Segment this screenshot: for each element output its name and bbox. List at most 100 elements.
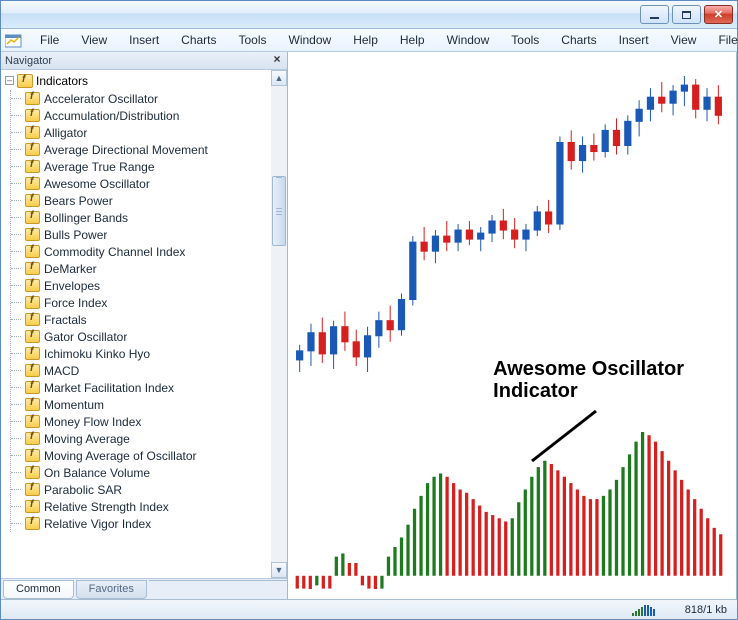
indicator-item[interactable]: Gator Oscillator	[16, 328, 271, 345]
indicator-item[interactable]: Relative Vigor Index	[16, 515, 271, 532]
scroll-thumb[interactable]	[272, 176, 286, 246]
scroll-up-button[interactable]: ▲	[271, 70, 287, 86]
indicator-label: Gator Oscillator	[44, 330, 127, 344]
chart-area[interactable]: Awesome Oscillator Indicator	[288, 52, 737, 599]
menu-insert[interactable]: Insert	[118, 30, 170, 50]
workspace: Navigator × – Indicators Accelerator Osc…	[1, 52, 737, 599]
indicator-item[interactable]: Average True Range	[16, 158, 271, 175]
indicator-item[interactable]: Market Facilitation Index	[16, 379, 271, 396]
indicator-icon	[25, 194, 40, 207]
annotation-arrow	[526, 409, 606, 469]
indicator-label: On Balance Volume	[44, 466, 150, 480]
navigator-panel: Navigator × – Indicators Accelerator Osc…	[1, 52, 288, 599]
annotation-label: Awesome Oscillator Indicator	[493, 358, 684, 402]
indicator-item[interactable]: Bears Power	[16, 192, 271, 209]
indicator-icon	[25, 398, 40, 411]
indicator-item[interactable]: On Balance Volume	[16, 464, 271, 481]
indicator-item[interactable]: Accumulation/Distribution	[16, 107, 271, 124]
indicator-label: Envelopes	[44, 279, 100, 293]
indicator-label: Momentum	[44, 398, 104, 412]
menu-help[interactable]: Help	[389, 30, 436, 50]
status-bar: 818/1 kb	[1, 599, 737, 619]
window-maximize-button[interactable]	[672, 5, 701, 24]
menu-insert[interactable]: Insert	[608, 30, 660, 50]
window-close-button[interactable]	[704, 5, 733, 24]
indicator-label: MACD	[44, 364, 79, 378]
annotation-line1: Awesome Oscillator	[493, 358, 684, 380]
indicator-icon	[25, 381, 40, 394]
menu-charts[interactable]: Charts	[550, 30, 607, 50]
indicator-item[interactable]: Moving Average of Oscillator	[16, 447, 271, 464]
scroll-track[interactable]	[271, 86, 287, 562]
indicator-label: Moving Average	[44, 432, 130, 446]
menu-file[interactable]: File	[29, 30, 70, 50]
collapse-icon[interactable]: –	[5, 76, 14, 85]
indicator-item[interactable]: Force Index	[16, 294, 271, 311]
menu-window[interactable]: Window	[436, 30, 501, 50]
indicator-item[interactable]: Alligator	[16, 124, 271, 141]
folder-icon	[17, 74, 33, 88]
window-minimize-button[interactable]	[640, 5, 669, 24]
indicator-label: Awesome Oscillator	[44, 177, 150, 191]
indicator-icon	[25, 330, 40, 343]
indicator-item[interactable]: Bulls Power	[16, 226, 271, 243]
indicator-item[interactable]: DeMarker	[16, 260, 271, 277]
menu-file[interactable]: File	[707, 30, 738, 50]
connection-icon[interactable]	[632, 604, 655, 616]
indicator-label: Bollinger Bands	[44, 211, 128, 225]
menu-tools[interactable]: Tools	[228, 30, 278, 50]
indicator-item[interactable]: Fractals	[16, 311, 271, 328]
navigator-scrollbar[interactable]: ▲ ▼	[271, 70, 287, 578]
indicator-icon	[25, 262, 40, 275]
candlestick-chart	[288, 52, 728, 382]
indicator-icon	[25, 228, 40, 241]
awesome-oscillator-histogram	[288, 424, 728, 589]
navigator-title: Navigator ×	[1, 52, 287, 70]
indicator-icon	[25, 364, 40, 377]
indicator-label: Money Flow Index	[44, 415, 141, 429]
menu-view[interactable]: View	[660, 30, 708, 50]
indicator-item[interactable]: Accelerator Oscillator	[16, 90, 271, 107]
maximize-icon	[682, 11, 691, 19]
indicator-label: Parabolic SAR	[44, 483, 122, 497]
close-icon	[714, 8, 723, 21]
indicator-label: Force Index	[44, 296, 107, 310]
indicator-label: Accelerator Oscillator	[44, 92, 158, 106]
menu-tools[interactable]: Tools	[500, 30, 550, 50]
indicator-item[interactable]: Average Directional Movement	[16, 141, 271, 158]
menu-charts[interactable]: Charts	[170, 30, 227, 50]
indicator-label: Ichimoku Kinko Hyo	[44, 347, 150, 361]
tab-common[interactable]: Common	[3, 580, 74, 599]
menu-help[interactable]: Help	[342, 30, 389, 50]
menu-window[interactable]: Window	[278, 30, 343, 50]
indicator-item[interactable]: Relative Strength Index	[16, 498, 271, 515]
indicator-icon	[25, 279, 40, 292]
tab-favorites[interactable]: Favorites	[76, 580, 147, 599]
indicator-icon	[25, 143, 40, 156]
indicator-item[interactable]: Awesome Oscillator	[16, 175, 271, 192]
indicator-label: Market Facilitation Index	[44, 381, 174, 395]
indicator-icon	[25, 296, 40, 309]
indicator-item[interactable]: Momentum	[16, 396, 271, 413]
indicator-label: DeMarker	[44, 262, 97, 276]
menu-view[interactable]: View	[70, 30, 118, 50]
indicator-item[interactable]: MACD	[16, 362, 271, 379]
indicator-item[interactable]: Parabolic SAR	[16, 481, 271, 498]
indicator-label: Relative Strength Index	[44, 500, 169, 514]
indicator-icon	[25, 92, 40, 105]
tree-root-label: Indicators	[36, 74, 88, 88]
tree-root-indicators[interactable]: – Indicators	[5, 72, 271, 89]
indicator-item[interactable]: Moving Average	[16, 430, 271, 447]
indicator-item[interactable]: Money Flow Index	[16, 413, 271, 430]
annotation-line2: Indicator	[493, 380, 684, 402]
indicator-icon	[25, 347, 40, 360]
minimize-icon	[650, 17, 659, 19]
indicator-item[interactable]: Envelopes	[16, 277, 271, 294]
scroll-down-button[interactable]: ▼	[271, 562, 287, 578]
navigator-close-button[interactable]: ×	[270, 53, 284, 67]
indicator-label: Accumulation/Distribution	[44, 109, 179, 123]
indicator-item[interactable]: Commodity Channel Index	[16, 243, 271, 260]
indicator-item[interactable]: Ichimoku Kinko Hyo	[16, 345, 271, 362]
indicator-item[interactable]: Bollinger Bands	[16, 209, 271, 226]
indicator-label: Commodity Channel Index	[44, 245, 185, 259]
